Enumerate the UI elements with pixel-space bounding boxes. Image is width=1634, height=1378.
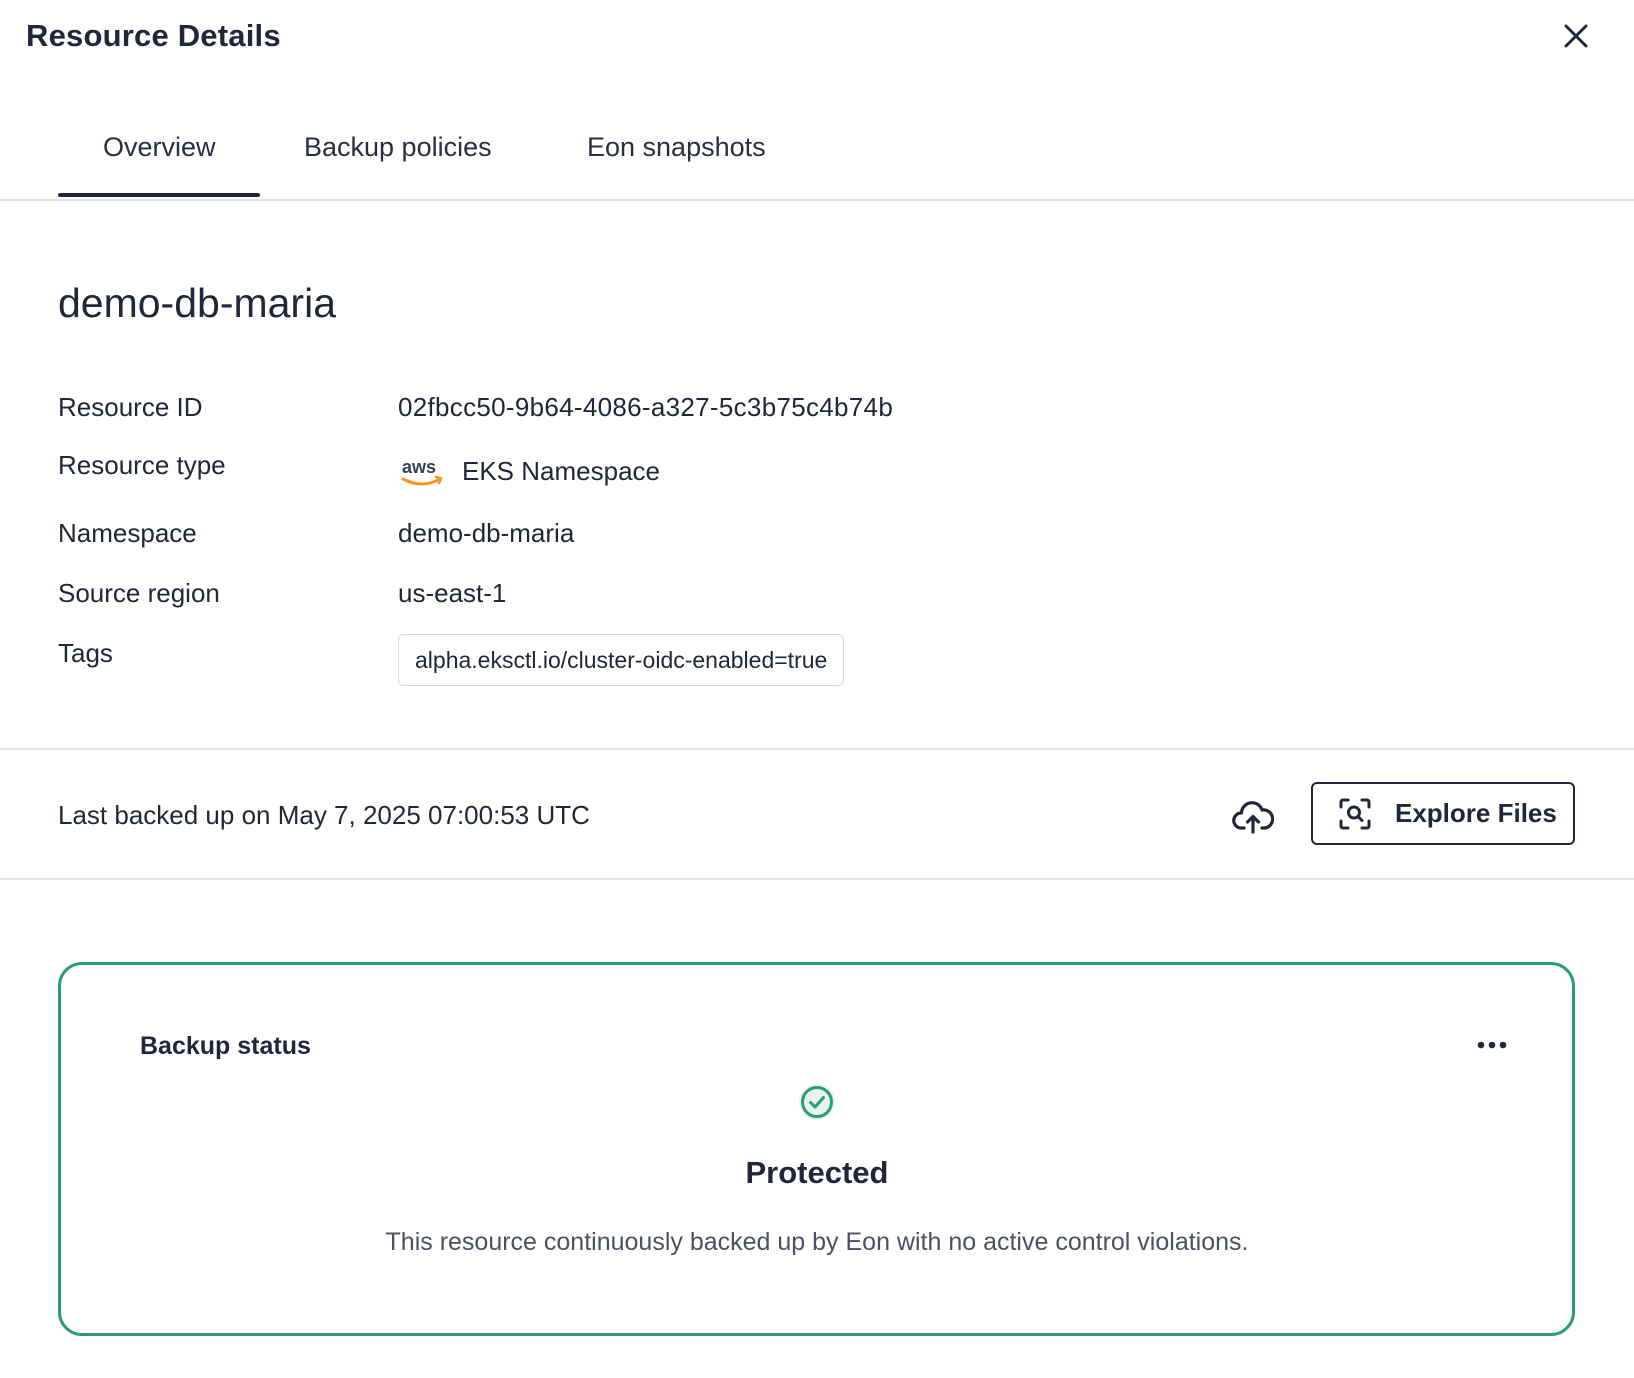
section-divider-2: [0, 878, 1634, 880]
close-button[interactable]: [1558, 18, 1594, 54]
close-icon: [1564, 24, 1588, 48]
active-tab-indicator: [58, 193, 260, 197]
cloud-backup-button[interactable]: [1230, 794, 1276, 840]
backup-status-value: Protected: [745, 1155, 889, 1190]
explore-files-button[interactable]: Explore Files: [1311, 782, 1575, 845]
resource-id-label: Resource ID: [58, 392, 203, 422]
resource-name: demo-db-maria: [58, 280, 336, 326]
aws-logo: aws: [400, 455, 446, 489]
source-region-value: us-east-1: [398, 578, 507, 608]
tab-backup-policies[interactable]: Backup policies: [304, 132, 492, 163]
panel-title: Resource Details: [26, 18, 281, 53]
backup-status-title: Backup status: [140, 1032, 311, 1060]
file-search-icon: [1337, 796, 1373, 832]
section-divider: [0, 748, 1634, 750]
resource-type-label: Resource type: [58, 450, 226, 480]
tab-bar: Overview Backup policies Eon snapshots: [0, 112, 1634, 201]
namespace-label: Namespace: [58, 518, 197, 548]
namespace-value: demo-db-maria: [398, 518, 575, 548]
check-circle-icon: [799, 1084, 835, 1120]
resource-id-value: 02fbcc50-9b64-4086-a327-5c3b75c4b74b: [398, 392, 894, 422]
backup-status-card: [58, 962, 1575, 1336]
source-region-label: Source region: [58, 578, 220, 608]
explore-files-label: Explore Files: [1395, 798, 1557, 828]
tag-chip: alpha.eksctl.io/cluster-oidc-enabled=tru…: [398, 634, 845, 686]
more-options-button[interactable]: [1472, 1030, 1512, 1060]
resource-type-value: EKS Namespace: [462, 456, 660, 486]
last-backed-up-text: Last backed up on May 7, 2025 07:00:53 U…: [58, 800, 590, 830]
tab-overview[interactable]: Overview: [103, 132, 216, 163]
svg-text:aws: aws: [402, 457, 436, 477]
cloud-upload-icon: [1232, 801, 1274, 834]
tags-label: Tags: [58, 638, 113, 668]
more-horizontal-icon: [1477, 1041, 1507, 1049]
resource-details-panel: Resource Details Overview Backup policie…: [0, 0, 1634, 1378]
tab-eon-snapshots[interactable]: Eon snapshots: [587, 132, 766, 163]
backup-status-description: This resource continuously backed up by …: [385, 1228, 1249, 1256]
